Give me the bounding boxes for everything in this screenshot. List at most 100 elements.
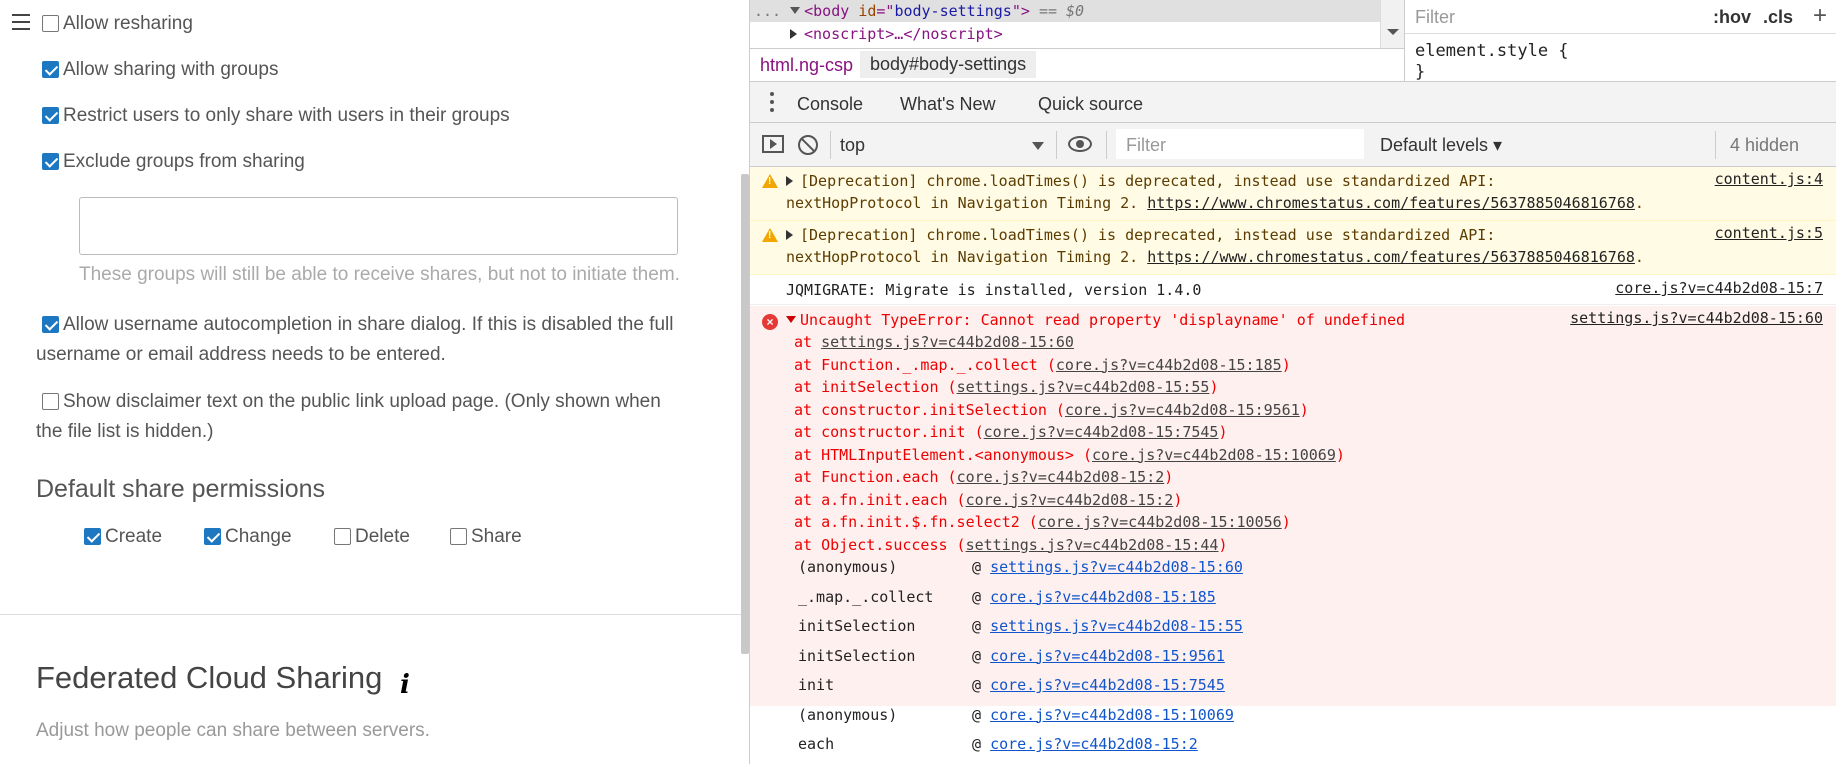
console-messages: [Deprecation] chrome.loadTimes() is depr… <box>750 167 1836 764</box>
stack-frame-text: at constructor.initSelection ( <box>794 400 1065 419</box>
show-sidebar-icon[interactable] <box>762 135 784 153</box>
trace-link[interactable]: @ core.js?v=c44b2d08-15:9561 <box>972 647 1225 665</box>
stack-frame-link[interactable]: core.js?v=c44b2d08-15:10069 <box>1092 446 1336 464</box>
tab-quick-source[interactable]: Quick source <box>1038 94 1143 115</box>
permission-create-checkbox[interactable]: Create <box>84 526 162 548</box>
elements-node-body[interactable]: ... <body id="body-settings"> == $0 <box>750 0 1380 22</box>
element-style-rule[interactable]: element.style { <box>1415 41 1569 61</box>
context-selector[interactable]: top <box>840 135 865 156</box>
console-filter-input[interactable]: Filter <box>1116 129 1364 159</box>
breadcrumb-body[interactable]: body#body-settings <box>860 51 1037 78</box>
stack-frame-link[interactable]: settings.js?v=c44b2d08-15:55 <box>957 378 1210 396</box>
checkbox-icon[interactable] <box>42 393 59 410</box>
excluded-groups-input[interactable] <box>79 197 678 255</box>
trace-link[interactable]: @ core.js?v=c44b2d08-15:185 <box>972 588 1216 606</box>
expand-arrow-icon[interactable] <box>790 29 802 39</box>
collapse-arrow-icon[interactable] <box>790 7 801 19</box>
message-source-link[interactable]: content.js:5 <box>1715 224 1823 242</box>
expand-arrow-icon[interactable] <box>786 230 798 240</box>
trace-link[interactable]: @ core.js?v=c44b2d08-15:7545 <box>972 676 1225 694</box>
trace-source-link[interactable]: core.js?v=c44b2d08-15:185 <box>990 588 1216 606</box>
stack-frame-link[interactable]: settings.js?v=c44b2d08-15:44 <box>966 536 1219 554</box>
chevron-down-icon[interactable] <box>1032 142 1044 156</box>
trace-link[interactable]: @ settings.js?v=c44b2d08-15:55 <box>972 617 1243 635</box>
console-log-message[interactable]: JQMIGRATE: Migrate is installed, version… <box>750 275 1836 305</box>
element-style-rule-close: } <box>1415 62 1426 82</box>
styles-filter-input[interactable]: Filter <box>1415 7 1455 28</box>
checkbox-icon[interactable] <box>450 528 467 545</box>
new-style-rule-icon[interactable]: + <box>1813 2 1827 30</box>
chromestatus-link[interactable]: https://www.chromestatus.com/features/56… <box>1147 194 1635 212</box>
trace-at-symbol: @ <box>972 676 991 694</box>
console-warning-message[interactable]: [Deprecation] chrome.loadTimes() is depr… <box>750 167 1836 221</box>
message-source-link[interactable]: content.js:4 <box>1715 170 1823 188</box>
trace-link[interactable]: @ core.js?v=c44b2d08-15:2 <box>972 735 1198 753</box>
collapse-arrow-icon[interactable] <box>786 316 796 328</box>
elements-node-noscript[interactable]: <noscript>…</noscript> <box>790 23 1003 45</box>
stack-frame-text: at a.fn.init.$.fn.select2 ( <box>794 513 1038 531</box>
trace-at-symbol: @ <box>972 705 991 724</box>
clear-console-icon[interactable] <box>798 135 818 155</box>
checkbox-checked-icon[interactable] <box>42 153 59 170</box>
stack-frame-link[interactable]: core.js?v=c44b2d08-15:10056 <box>1038 513 1282 531</box>
live-expression-eye-icon[interactable] <box>1068 136 1092 152</box>
stack-frame-link[interactable]: core.js?v=c44b2d08-15:7545 <box>984 423 1219 441</box>
trace-source-link[interactable]: core.js?v=c44b2d08-15:7545 <box>990 676 1225 694</box>
stack-frame: at constructor.initSelection (core.js?v=… <box>794 399 1345 422</box>
allow-sharing-groups-checkbox[interactable]: Allow sharing with groups <box>42 59 278 81</box>
error-stack: at settings.js?v=c44b2d08-15:60 at Functi… <box>794 331 1345 556</box>
cls-toggle-button[interactable]: .cls <box>1763 7 1793 28</box>
stack-frame-link[interactable]: core.js?v=c44b2d08-15:2 <box>966 491 1174 509</box>
stack-frame-link[interactable]: core.js?v=c44b2d08-15:2 <box>957 468 1165 486</box>
stack-frame: at HTMLInputElement.<anonymous> (core.js… <box>794 444 1345 467</box>
trace-source-link[interactable]: core.js?v=c44b2d08-15:9561 <box>990 647 1225 665</box>
stack-frame: at Function.each (core.js?v=c44b2d08-15:… <box>794 466 1345 489</box>
checkbox-checked-icon[interactable] <box>42 107 59 124</box>
stack-frame-paren: ) <box>1209 378 1219 396</box>
console-warning-message[interactable]: [Deprecation] chrome.loadTimes() is depr… <box>750 221 1836 275</box>
elements-scroll-down-icon[interactable] <box>1380 0 1404 48</box>
stack-frame-link[interactable]: settings.js?v=c44b2d08-15:60 <box>821 333 1074 351</box>
tab-whats-new[interactable]: What's New <box>900 94 995 115</box>
page-scrollbar[interactable] <box>741 174 749 654</box>
checkbox-checked-icon[interactable] <box>204 528 221 545</box>
trace-function: (anonymous) <box>798 705 898 724</box>
trace-at-symbol: @ <box>972 735 991 753</box>
stack-frame-link[interactable]: core.js?v=c44b2d08-15:9561 <box>1065 401 1300 419</box>
restrict-groups-checkbox[interactable]: Restrict users to only share with users … <box>42 105 510 127</box>
permission-change-checkbox[interactable]: Change <box>204 526 292 548</box>
styles-filter-bar: Filter :hov .cls + <box>1405 0 1836 34</box>
info-icon[interactable]: i <box>400 670 410 700</box>
trace-source-link[interactable]: settings.js?v=c44b2d08-15:55 <box>990 617 1243 635</box>
tab-console[interactable]: Console <box>797 94 864 126</box>
checkbox-icon[interactable] <box>334 528 351 545</box>
trace-source-link[interactable]: settings.js?v=c44b2d08-15:60 <box>990 558 1243 576</box>
node-actions-icon[interactable]: ... <box>754 2 781 20</box>
more-tools-kebab-icon[interactable] <box>770 92 774 116</box>
expand-arrow-icon[interactable] <box>786 176 798 186</box>
message-source-link[interactable]: core.js?v=c44b2d08-15:7 <box>1615 279 1823 297</box>
autocompletion-checkbox[interactable]: Allow username autocompletion in share d… <box>42 310 742 340</box>
trace-link[interactable]: @ core.js?v=c44b2d08-15:10069 <box>972 706 1234 724</box>
trace-source-link[interactable]: core.js?v=c44b2d08-15:2 <box>990 735 1198 753</box>
permission-delete-checkbox[interactable]: Delete <box>334 526 410 548</box>
checkbox-checked-icon[interactable] <box>84 528 101 545</box>
log-levels-dropdown[interactable]: Default levels ▾ <box>1380 135 1502 156</box>
checkbox-checked-icon[interactable] <box>42 316 59 333</box>
chromestatus-link[interactable]: https://www.chromestatus.com/features/56… <box>1147 248 1635 266</box>
hamburger-menu-icon[interactable] <box>12 14 30 30</box>
stack-frame-link[interactable]: core.js?v=c44b2d08-15:185 <box>1056 356 1282 374</box>
checkbox-icon[interactable] <box>42 15 59 32</box>
disclaimer-checkbox[interactable]: Show disclaimer text on the public link … <box>42 387 742 417</box>
breadcrumb-html[interactable]: html.ng-csp <box>760 55 853 76</box>
permission-share-checkbox[interactable]: Share <box>450 526 522 548</box>
message-source-link[interactable]: settings.js?v=c44b2d08-15:60 <box>1570 309 1823 327</box>
allow-resharing-checkbox[interactable]: Allow resharing <box>42 13 193 35</box>
trace-source-link[interactable]: core.js?v=c44b2d08-15:10069 <box>990 706 1234 724</box>
checkbox-checked-icon[interactable] <box>42 61 59 78</box>
exclude-groups-checkbox[interactable]: Exclude groups from sharing <box>42 151 305 173</box>
console-error-message[interactable]: × Uncaught TypeError: Cannot read proper… <box>750 306 1836 753</box>
trace-link[interactable]: @ settings.js?v=c44b2d08-15:60 <box>972 558 1243 576</box>
stack-frame-paren: ) <box>1218 423 1228 441</box>
hov-toggle-button[interactable]: :hov <box>1713 7 1751 28</box>
